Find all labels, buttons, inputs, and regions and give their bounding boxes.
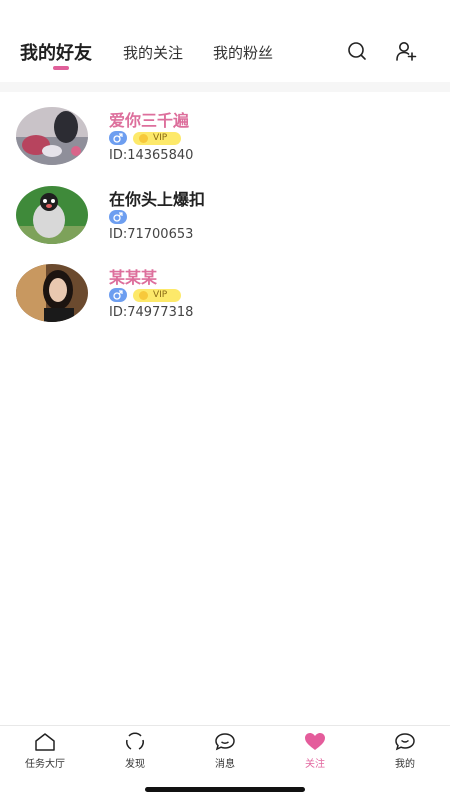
male-gender-icon	[109, 288, 127, 302]
header-divider	[0, 82, 450, 92]
active-tab-indicator	[53, 66, 69, 70]
nav-item-task-hall[interactable]: 任务大厅	[0, 732, 90, 776]
top-header: 我的好友 我的关注 我的粉丝	[0, 0, 450, 82]
friend-name: 爱你三千遍	[109, 111, 190, 130]
friend-id: ID:74977318	[109, 305, 194, 320]
avatar[interactable]	[16, 264, 88, 322]
friend-name: 某某某	[109, 268, 158, 287]
heart-icon	[305, 733, 325, 750]
tab-my-friends[interactable]: 我的好友	[20, 39, 92, 65]
friend-list-item[interactable]: 某某某 VIP ID:74977318	[0, 264, 450, 342]
home-indicator[interactable]	[145, 787, 305, 792]
friend-id: ID:14365840	[109, 148, 194, 163]
nav-item-mine[interactable]: 我的	[360, 732, 450, 776]
friend-name: 在你头上爆扣	[109, 190, 206, 209]
nav-item-messages[interactable]: 消息	[180, 732, 270, 776]
nav-item-follow[interactable]: 关注	[270, 732, 360, 776]
male-gender-icon	[109, 210, 127, 224]
vip-badge: VIP	[133, 289, 181, 302]
friend-id: ID:71700653	[109, 227, 194, 242]
avatar[interactable]	[16, 186, 88, 244]
vip-badge: VIP	[133, 132, 181, 145]
tab-my-following[interactable]: 我的关注	[123, 42, 183, 63]
add-user-icon[interactable]	[395, 40, 417, 62]
male-gender-icon	[109, 131, 127, 145]
friend-list-item[interactable]: 爱你三千遍 VIP ID:14365840	[0, 107, 450, 185]
crown-icon	[139, 291, 148, 300]
search-icon[interactable]	[346, 40, 368, 62]
profile-chat-icon	[395, 733, 415, 751]
tab-my-fans[interactable]: 我的粉丝	[213, 42, 273, 63]
message-icon	[215, 733, 235, 751]
friend-list-item[interactable]: 在你头上爆扣 ID:71700653	[0, 186, 450, 264]
home-icon	[35, 733, 55, 751]
nav-item-discover[interactable]: 发现	[90, 732, 180, 776]
crown-icon	[139, 134, 148, 143]
avatar[interactable]	[16, 107, 88, 165]
discover-icon	[126, 732, 144, 750]
